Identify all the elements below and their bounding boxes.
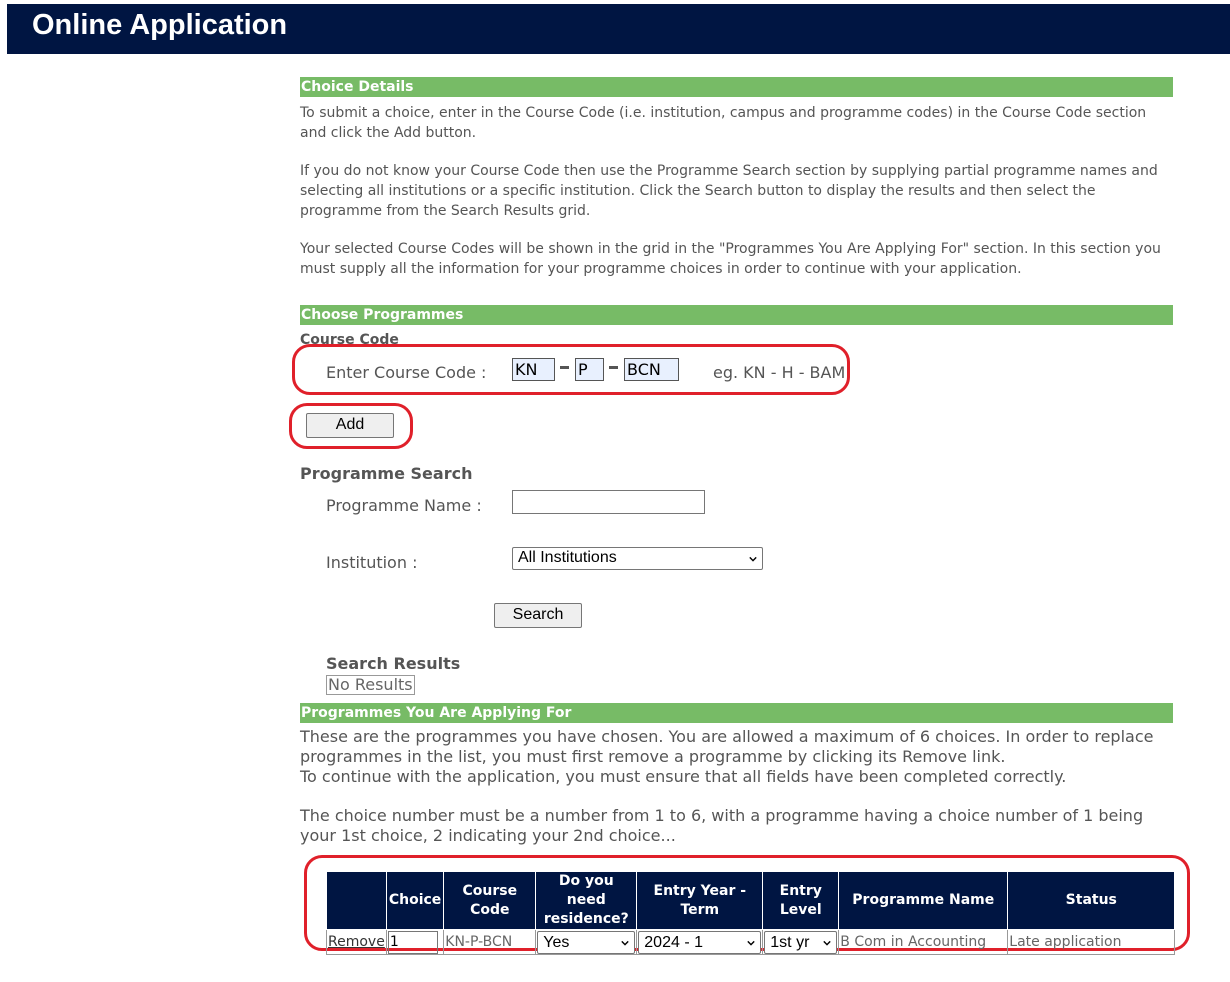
search-results-empty: No Results [326,675,415,695]
column-header: Entry Year - Term [636,871,764,930]
choice-number-input[interactable]: 1 [387,930,438,954]
column-header [326,871,387,930]
residence-select[interactable]: Yes [537,930,636,954]
entry-level-select-value: 1st yr [770,933,810,951]
programme-code-input[interactable] [624,358,679,381]
institution-label: Institution : [326,553,418,572]
choice-details-paragraph: If you do not know your Course Code then… [300,163,1158,219]
remove-link[interactable]: Remove [328,934,385,950]
applying-for-paragraph: These are the programmes you have chosen… [300,727,1154,766]
entry-year-term-select-value: 2024 - 1 [644,933,703,951]
programme-choices-table: Choice Course Code Do you need residence… [326,871,1176,955]
programme-name-cell: B Com in Accounting [838,929,1009,955]
entry-level-select[interactable]: 1st yr [764,930,838,954]
programme-search-subheading: Programme Search [300,464,473,483]
applying-for-paragraph: The choice number must be a number from … [300,806,1144,845]
add-button[interactable]: Add [306,413,394,438]
column-header: Programme Name [838,871,1009,930]
entry-level-cell: 1st yr [762,929,840,955]
page-title: Online Application [32,9,288,41]
choice-details-paragraph: Your selected Course Codes will be shown… [300,241,1161,277]
campus-code-input[interactable] [575,358,604,381]
chevron-down-icon [749,556,757,562]
entry-year-term-cell: 2024 - 1 [636,929,764,955]
residence-select-value: Yes [543,933,570,951]
applying-for-heading: Programmes You Are Applying For [300,703,1173,723]
chevron-down-icon [747,940,755,946]
choice-details-paragraph: To submit a choice, enter in the Course … [300,105,1147,141]
column-header: Entry Level [762,871,840,930]
choice-details-heading: Choice Details [300,77,1173,97]
programme-name-label: Programme Name : [326,496,482,515]
course-code-subheading: Course Code [300,332,399,344]
column-header: Course Code [443,871,537,930]
choose-programmes-heading: Choose Programmes [300,305,1173,325]
choice-details-section: Choice Details To submit a choice, enter… [300,77,1173,279]
programme-name-input[interactable] [512,490,705,514]
institution-select[interactable]: All Institutions [512,547,763,570]
column-header: Status [1007,871,1176,930]
search-button[interactable]: Search [494,603,582,628]
search-results-heading: Search Results [326,654,461,673]
applying-for-text: These are the programmes you have chosen… [300,727,1173,846]
course-code-cell: KN-P-BCN [443,929,537,955]
course-code-label: Enter Course Code : [326,363,487,382]
choice-cell: 1 [385,929,445,955]
code-separator [560,366,569,369]
course-code-example: eg. KN - H - BAM [713,363,846,382]
code-separator [609,366,618,369]
table-row: Remove 1 KN-P-BCN Yes 2024 - 1 1st yr B … [326,929,1176,955]
applying-for-paragraph: To continue with the application, you mu… [300,767,1067,786]
table-header-row: Choice Course Code Do you need residence… [326,871,1176,930]
chevron-down-icon [621,940,629,946]
entry-year-term-select[interactable]: 2024 - 1 [638,930,762,954]
status-cell: Late application [1007,929,1176,955]
app-header: Online Application [7,4,1230,54]
column-header: Choice [385,871,445,930]
institution-select-value: All Institutions [518,549,617,566]
institution-code-input[interactable] [512,358,555,381]
residence-cell: Yes [535,929,638,955]
column-header: Do you need residence? [535,871,638,930]
chevron-down-icon [823,940,831,946]
remove-cell: Remove [326,929,387,955]
